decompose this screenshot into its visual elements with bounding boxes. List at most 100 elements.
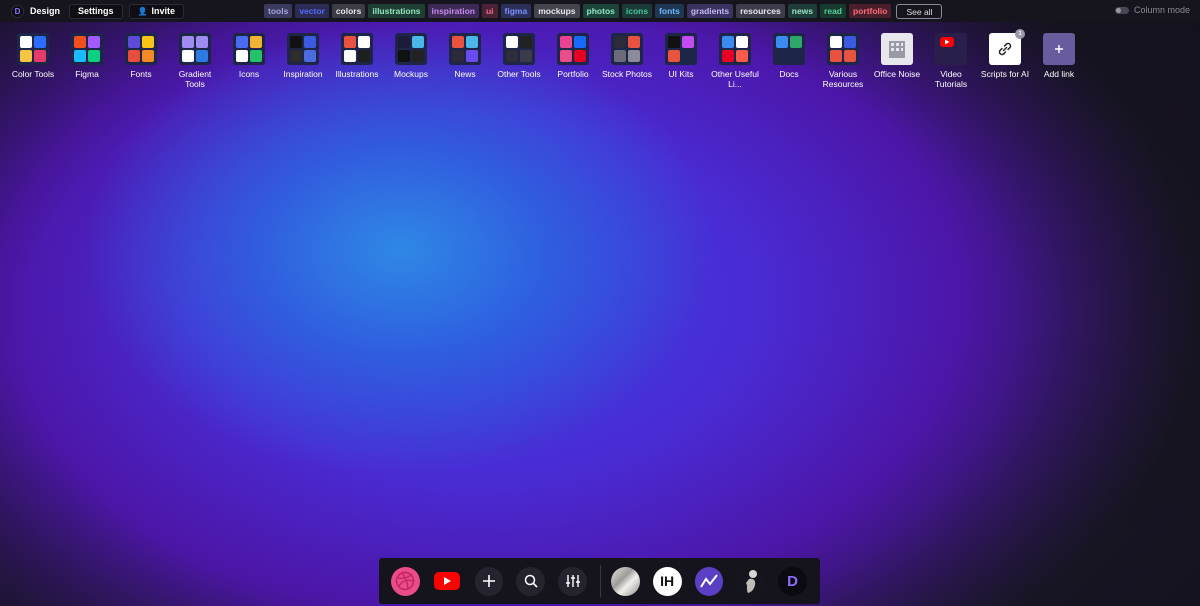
app-thumbnail [236, 50, 248, 62]
bookmark-ui-kits[interactable]: UI Kits [654, 33, 708, 89]
workspace-logo-icon[interactable]: D [11, 4, 24, 18]
tag-news[interactable]: news [787, 4, 818, 18]
bookmark-label: Figma [75, 69, 99, 79]
workspace-name[interactable]: Design [30, 6, 60, 16]
bookmark-figma[interactable]: Figma [60, 33, 114, 89]
figma-icon[interactable] [71, 33, 103, 65]
bookmark-plus[interactable]: Add link [1032, 33, 1086, 89]
docs-icon[interactable] [773, 33, 805, 65]
tag-illustrations[interactable]: illustrations [368, 4, 425, 18]
tag-gradients[interactable]: gradients [686, 4, 734, 18]
d-logo-button[interactable]: D [778, 566, 807, 596]
bookmark-label: Other Useful Li... [711, 69, 759, 89]
bookmark-label: Illustrations [335, 69, 379, 79]
youtube-button[interactable] [433, 567, 462, 596]
tag-portfolio[interactable]: portfolio [849, 4, 892, 18]
filters-button[interactable] [558, 566, 587, 596]
notification-badge: 1 [1015, 29, 1025, 39]
bookmark-portfolio[interactable]: Portfolio [546, 33, 600, 89]
app-thumbnail [574, 50, 586, 62]
bookmark-label: Video Tutorials [934, 69, 968, 89]
d-logo-icon: D [787, 572, 798, 590]
bookmark-label: Mockups [393, 69, 428, 79]
tag-tools[interactable]: tools [264, 4, 293, 18]
tag-figma[interactable]: figma [500, 4, 532, 18]
search-button[interactable] [516, 566, 546, 596]
bookmark-mockups[interactable]: Mockups [384, 33, 438, 89]
bookmark-label: Add link [1043, 69, 1075, 79]
app-thumbnail [128, 36, 140, 48]
app-thumbnail [142, 36, 154, 48]
bookmark-stock-photos[interactable]: Stock Photos [600, 33, 654, 89]
app-thumbnail [466, 36, 478, 48]
tag-mockups[interactable]: mockups [534, 4, 580, 18]
stock-photos-icon[interactable] [611, 33, 643, 65]
news-icon[interactable] [449, 33, 481, 65]
app-thumbnail [290, 50, 302, 62]
marble-avatar[interactable] [610, 566, 640, 596]
tag-photos[interactable]: photos [582, 4, 619, 18]
bookmark-office-noise[interactable]: Office Noise [870, 33, 924, 89]
gradient-tools-icon[interactable] [179, 33, 211, 65]
dock-divider [599, 565, 601, 597]
toggle-switch[interactable] [1114, 6, 1129, 14]
app-thumbnail [628, 36, 640, 48]
app-thumbnail [398, 50, 410, 62]
illustrations-icon[interactable] [341, 33, 373, 65]
color-tools-icon[interactable] [17, 33, 49, 65]
bookmark-gradient-tools[interactable]: Gradient Tools [168, 33, 222, 89]
bookmark-color-tools[interactable]: Color Tools [6, 33, 60, 89]
plus-icon [482, 575, 495, 587]
tag-icons[interactable]: icons [621, 4, 653, 18]
bookmark-label: Office Noise [873, 69, 921, 79]
app-thumbnail [196, 50, 208, 62]
bookmark-video-tutorials[interactable]: Video Tutorials [924, 33, 978, 89]
bookmark-illustrations[interactable]: Illustrations [330, 33, 384, 89]
tag-colors[interactable]: colors [331, 4, 366, 18]
bookmark-docs[interactable]: Docs [762, 33, 816, 89]
other-tools-icon[interactable] [503, 33, 535, 65]
trend-button[interactable] [694, 566, 724, 596]
portfolio-icon[interactable] [557, 33, 589, 65]
bookmark-link[interactable]: 1 Scripts for AI [978, 29, 1032, 89]
bookmark-fonts[interactable]: Fonts [114, 33, 168, 89]
add-button[interactable] [474, 566, 504, 596]
tag-ui[interactable]: ui [481, 4, 498, 18]
bookmark-other-useful-links[interactable]: Other Useful Li... [708, 33, 762, 89]
app-thumbnail [398, 36, 410, 48]
other-useful-links-icon[interactable] [719, 33, 751, 65]
invite-label: Invite [151, 6, 176, 16]
tag-read[interactable]: read [820, 4, 846, 18]
tag-fonts[interactable]: fonts [655, 4, 684, 18]
video-tutorials-icon[interactable] [935, 33, 967, 65]
inspiration-icon[interactable] [287, 33, 319, 65]
mockups-icon[interactable] [395, 33, 427, 65]
office-noise-icon[interactable] [881, 33, 913, 65]
settings-button[interactable]: Settings [69, 3, 123, 19]
invite-button[interactable]: 👤 Invite [128, 3, 185, 19]
see-all-button[interactable]: See all [896, 4, 943, 19]
figure-avatar[interactable] [736, 566, 766, 596]
tag-resources[interactable]: resources [736, 4, 785, 18]
bookmark-various-resources[interactable]: Various Resources [816, 33, 870, 89]
app-thumbnail [196, 36, 208, 48]
icons-icon[interactable] [233, 33, 265, 65]
dribbble-button[interactable] [391, 566, 420, 596]
link-icon[interactable]: 1 [989, 29, 1025, 65]
plus-icon[interactable] [1043, 33, 1075, 65]
bookmark-inspiration[interactable]: Inspiration [276, 33, 330, 89]
tag-inspiration[interactable]: inspiration [427, 4, 479, 18]
fonts-icon[interactable] [125, 33, 157, 65]
tag-vector[interactable]: vector [295, 4, 329, 18]
app-thumbnail [20, 50, 32, 62]
app-thumbnail [844, 50, 856, 62]
bookmark-grid: Color Tools Figma Fonts Gradient Tools Icons… [6, 29, 1086, 89]
indiehackers-button[interactable]: IH [652, 566, 682, 596]
bookmark-other-tools[interactable]: Other Tools [492, 33, 546, 89]
column-mode-toggle[interactable]: Column mode [1114, 5, 1190, 15]
ui-kits-icon[interactable] [665, 33, 697, 65]
bookmark-label: Fonts [130, 69, 152, 79]
various-resources-icon[interactable] [827, 33, 859, 65]
bookmark-news[interactable]: News [438, 33, 492, 89]
bookmark-icons[interactable]: Icons [222, 33, 276, 89]
